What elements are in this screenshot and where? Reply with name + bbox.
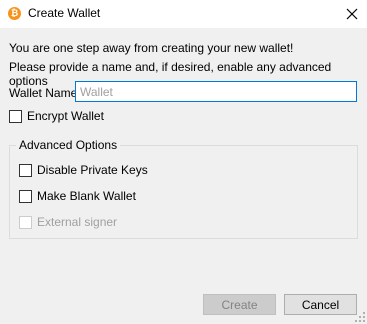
external-signer-checkbox: External signer (19, 215, 117, 229)
title-bar: ₿ Create Wallet (0, 0, 367, 28)
make-blank-wallet-checkbox[interactable]: Make Blank Wallet (19, 189, 136, 203)
intro-text-line-1: You are one step away from creating your… (9, 41, 294, 55)
encrypt-wallet-label: Encrypt Wallet (27, 109, 104, 123)
close-icon (346, 8, 358, 20)
checkbox-box[interactable] (19, 189, 32, 203)
bitcoin-icon: ₿ (8, 7, 21, 20)
create-wallet-dialog: ₿ Create Wallet You are one step away fr… (0, 0, 367, 324)
wallet-name-label: Wallet Name (9, 86, 78, 100)
create-button: Create (203, 294, 276, 315)
wallet-name-input[interactable] (75, 81, 357, 102)
disable-private-keys-label: Disable Private Keys (37, 163, 148, 177)
checkbox-box[interactable] (9, 109, 22, 123)
disable-private-keys-checkbox[interactable]: Disable Private Keys (19, 163, 148, 177)
advanced-options-title: Advanced Options (16, 138, 121, 152)
close-button[interactable] (337, 0, 367, 28)
make-blank-wallet-label: Make Blank Wallet (37, 189, 136, 203)
window-title: Create Wallet (28, 6, 101, 20)
encrypt-wallet-checkbox[interactable]: Encrypt Wallet (9, 109, 104, 123)
cancel-button[interactable]: Cancel (284, 294, 357, 315)
checkbox-box[interactable] (19, 163, 32, 177)
checkbox-box (19, 215, 32, 229)
resize-grip-icon[interactable] (355, 312, 365, 322)
external-signer-label: External signer (37, 215, 118, 229)
